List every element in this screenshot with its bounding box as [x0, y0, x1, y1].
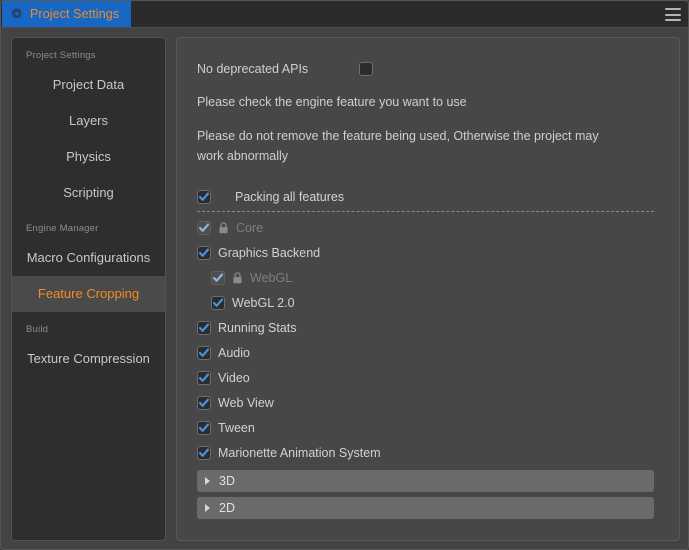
checkbox-packing-all-features[interactable] — [197, 189, 211, 204]
menu-line — [665, 19, 681, 21]
gear-icon — [11, 7, 22, 19]
checkbox-core — [197, 220, 211, 235]
feature-row-tween[interactable]: Tween — [197, 415, 659, 440]
feature-row-core: Core — [197, 215, 659, 240]
no-deprecated-apis-row: No deprecated APIs — [197, 56, 659, 82]
feature-row-packing-all-features[interactable]: Packing all features — [197, 184, 659, 209]
tab-project-settings[interactable]: Project Settings — [2, 1, 132, 27]
checkbox-tween[interactable] — [197, 420, 211, 435]
sidebar-item-physics[interactable]: Physics — [12, 139, 165, 175]
feature-row-graphics-backend[interactable]: Graphics Backend — [197, 240, 659, 265]
checkbox-video[interactable] — [197, 370, 211, 385]
section-divider — [197, 211, 654, 212]
no-deprecated-apis-checkbox[interactable] — [359, 62, 373, 76]
project-settings-window: Project Settings Project Settings Projec… — [0, 0, 689, 550]
feature-label-packing-all-features: Packing all features — [235, 189, 345, 204]
feature-row-running-stats[interactable]: Running Stats — [197, 315, 659, 340]
feature-row-audio[interactable]: Audio — [197, 340, 659, 365]
sidebar-item-macro-configurations[interactable]: Macro Configurations — [12, 240, 165, 276]
sidebar-item-project-data[interactable]: Project Data — [12, 67, 165, 103]
feature-label-web-view: Web View — [218, 395, 274, 410]
no-deprecated-apis-label: No deprecated APIs — [197, 62, 309, 76]
sidebar-item-layers[interactable]: Layers — [12, 103, 165, 139]
section-header-2d[interactable]: 2D — [197, 497, 654, 519]
tab-label: Project Settings — [30, 7, 120, 21]
sidebar: Project Settings Project Data Layers Phy… — [11, 37, 166, 541]
feature-label-graphics-backend: Graphics Backend — [218, 245, 321, 260]
checkbox-running-stats[interactable] — [197, 320, 211, 335]
menu-line — [665, 13, 681, 16]
feature-label-webgl-2: WebGL 2.0 — [232, 295, 295, 310]
feature-row-web-view[interactable]: Web View — [197, 390, 659, 415]
checkbox-webgl — [211, 270, 225, 285]
lock-icon — [219, 221, 228, 233]
feature-label-audio: Audio — [218, 345, 250, 360]
feature-row-marionette-animation-system[interactable]: Marionette Animation System — [197, 440, 659, 465]
checkbox-web-view[interactable] — [197, 395, 211, 410]
checkbox-graphics-backend[interactable] — [197, 245, 211, 260]
titlebar: Project Settings — [1, 1, 688, 28]
section-label-3d: 3D — [219, 474, 235, 488]
menu-line — [665, 8, 681, 10]
feature-row-video[interactable]: Video — [197, 365, 659, 390]
section-header-3d[interactable]: 3D — [197, 470, 654, 492]
chevron-right-icon — [205, 477, 210, 485]
feature-label-marionette-animation-system: Marionette Animation System — [218, 445, 381, 460]
chevron-right-icon — [205, 504, 210, 512]
note-check-feature: Please check the engine feature you want… — [197, 95, 467, 109]
hamburger-menu-icon[interactable] — [664, 7, 682, 22]
feature-label-webgl: WebGL — [250, 270, 293, 285]
checkbox-webgl-2[interactable] — [211, 295, 225, 310]
sidebar-group-title-engine-manager: Engine Manager — [26, 223, 99, 234]
feature-label-running-stats: Running Stats — [218, 320, 297, 335]
sidebar-item-scripting[interactable]: Scripting — [12, 175, 165, 211]
feature-row-webgl-2[interactable]: WebGL 2.0 — [197, 290, 659, 315]
lock-icon — [233, 271, 242, 283]
checkbox-audio[interactable] — [197, 345, 211, 360]
main-panel: No deprecated APIs Please check the engi… — [176, 37, 680, 541]
checkbox-marionette-animation-system[interactable] — [197, 445, 211, 460]
sidebar-group-title-build: Build — [26, 324, 49, 335]
sidebar-item-texture-compression[interactable]: Texture Compression — [12, 341, 165, 377]
feature-row-webgl: WebGL — [197, 265, 659, 290]
feature-label-video: Video — [218, 370, 250, 385]
section-label-2d: 2D — [219, 501, 235, 515]
feature-label-tween: Tween — [218, 420, 255, 435]
sidebar-group-title-project-settings: Project Settings — [26, 50, 96, 61]
feature-label-core: Core — [236, 220, 264, 235]
note-do-not-remove: Please do not remove the feature being u… — [197, 129, 599, 163]
sidebar-item-feature-cropping[interactable]: Feature Cropping — [12, 276, 165, 312]
